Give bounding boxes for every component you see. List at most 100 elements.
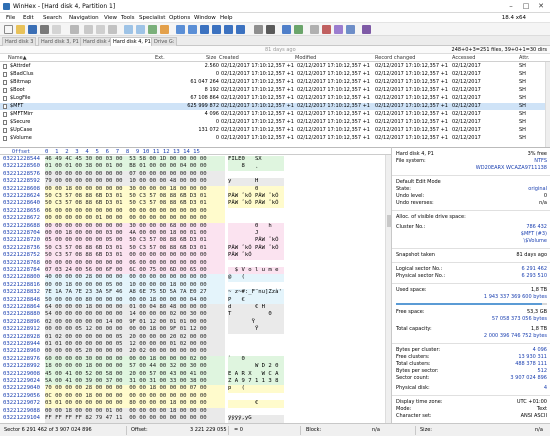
row-bytes[interactable]: 07 03 24 00 56 00 6F 00 6C 00 75 00 6D 0…: [45, 267, 225, 275]
open-disk-icon[interactable]: [254, 25, 263, 34]
paste-icon[interactable]: [108, 25, 117, 34]
file-row[interactable]: $MFTMirr 4 096 02/12/2017 17:10:12,357 +1 0…: [0, 111, 550, 118]
file-row[interactable]: $BadClus 0 02/12/2017 17:10:12,357 +1 02/12…: [0, 71, 550, 78]
open-folder-icon[interactable]: [16, 25, 25, 34]
menu-file[interactable]: File: [6, 15, 15, 21]
row-bytes[interactable]: 00 00 18 00 00 00 05 00 10 00 00 00 18 0…: [45, 281, 225, 290]
row-bytes[interactable]: 50 C3 57 08 88 6B D3 01 00 00 00 00 00 0…: [45, 252, 225, 260]
replace-icon[interactable]: [148, 25, 157, 34]
row-bytes[interactable]: 00 00 00 00 00 01 00 00 00 00 00 00 00 0…: [45, 215, 225, 223]
hex-row[interactable]: 03221228768 00 00 00 00 00 00 00 00 06 00…: [0, 259, 391, 268]
row-bytes[interactable]: 45 00 41 00 52 00 58 00 20 00 57 00 43 0…: [45, 370, 225, 379]
row-bytes[interactable]: 00 00 18 00 00 00 01 00 00 00 00 00 18 0…: [45, 407, 225, 416]
col-attr[interactable]: Attr.: [519, 55, 529, 61]
file-row[interactable]: $LogFile 67 108 864 02/12/2017 17:10:12,35…: [0, 95, 550, 102]
row-text[interactable]: PÃW ˆkÓ: [228, 252, 284, 260]
properties-icon[interactable]: [52, 25, 61, 34]
find-text-icon[interactable]: [124, 25, 133, 34]
back-arrow-icon[interactable]: [176, 25, 185, 34]
hex-row[interactable]: 03221228752 50 C3 57 08 88 6B D3 01 00 00…: [0, 252, 391, 260]
minimize-button[interactable]: –: [504, 1, 518, 11]
image-icon[interactable]: [346, 25, 355, 34]
row-text[interactable]: $ V o l u m e: [228, 267, 284, 275]
row-bytes[interactable]: 5A 00 41 00 39 00 37 00 31 00 31 00 33 0…: [45, 378, 225, 386]
hex-row[interactable]: 03221229104 FF FF FF FF 82 79 47 11 00 00…: [0, 415, 391, 423]
hex-row[interactable]: 03221228592 79 00 00 00 00 00 00 00 10 00…: [0, 178, 391, 186]
row-bytes[interactable]: 00 00 18 00 00 00 00 00 30 00 00 00 18 0…: [45, 185, 225, 194]
row-bytes[interactable]: 0C 00 00 00 18 00 00 00 00 00 00 00 00 0…: [45, 392, 225, 401]
row-bytes[interactable]: 00 00 00 00 00 00 00 00 30 00 00 00 68 0…: [45, 222, 225, 231]
row-text[interactable]: T 0: [228, 311, 284, 319]
menu-view[interactable]: View: [104, 15, 117, 21]
row-text[interactable]: 0 h: [228, 222, 284, 231]
cut-icon[interactable]: [84, 25, 93, 34]
hex-editor[interactable]: 03221228544 46 49 4C 45 30 00 03 00 53 58…: [0, 155, 391, 423]
menu-navigation[interactable]: Navigation: [69, 15, 99, 21]
hex-row[interactable]: 03221228992 18 00 00 00 18 00 00 00 57 00…: [0, 363, 391, 371]
row-text[interactable]: ` 0: [228, 355, 284, 364]
hex-row[interactable]: 03221229008 45 00 41 00 52 00 58 00 20 00…: [0, 370, 391, 379]
hex-row[interactable]: 03221229072 03 01 00 00 00 00 00 00 80 00…: [0, 400, 391, 408]
hex-row[interactable]: 03221228880 54 00 00 00 00 00 00 00 14 00…: [0, 311, 391, 319]
col-created[interactable]: Created: [219, 55, 239, 61]
col-modified[interactable]: Modified: [295, 55, 316, 61]
hex-row[interactable]: 03221229088 00 00 18 00 00 00 01 00 00 00…: [0, 407, 391, 416]
row-bytes[interactable]: 03 01 00 00 00 00 00 00 80 00 00 00 18 0…: [45, 400, 225, 408]
row-text[interactable]: Ÿ: [228, 326, 284, 334]
row-text[interactable]: y H: [228, 178, 284, 186]
col-name[interactable]: Name▲: [8, 55, 27, 61]
hex-row[interactable]: 03221228560 01 00 01 00 38 00 01 00 B8 01…: [0, 163, 391, 171]
col-record-changed[interactable]: Record changed: [375, 55, 415, 61]
col-accessed[interactable]: Accessed: [452, 55, 475, 61]
menu-tools[interactable]: Tools: [121, 15, 135, 21]
row-text[interactable]: @ (: [228, 274, 284, 282]
undo-icon[interactable]: [70, 25, 79, 34]
hex-row[interactable]: 03221228672 00 00 00 00 00 01 00 00 00 00…: [0, 215, 391, 223]
hex-row[interactable]: 03221229040 70 00 00 00 28 00 00 00 00 00…: [0, 385, 391, 393]
hash-icon[interactable]: [310, 25, 319, 34]
print-icon[interactable]: [40, 25, 49, 34]
ram-editor-icon[interactable]: [282, 25, 291, 34]
file-row[interactable]: $Volume 0 02/12/2017 17:10:12,357 +1 02/12/…: [0, 135, 550, 142]
row-text[interactable]: E A R X W C A: [228, 370, 284, 379]
row-bytes[interactable]: 60 00 00 00 30 00 00 00 00 00 18 00 00 0…: [45, 355, 225, 364]
row-text[interactable]: ~ z~#:_F¨nu]Zzà': [228, 289, 284, 297]
hex-row[interactable]: 03221228848 50 00 00 00 80 00 00 00 00 00…: [0, 296, 391, 305]
row-text[interactable]: p (: [228, 385, 284, 393]
row-bytes[interactable]: 50 C3 57 08 88 6B D3 01 50 C3 57 08 88 6…: [45, 200, 225, 208]
row-bytes[interactable]: 02 00 00 00 00 00 14 00 9F 01 12 00 01 0…: [45, 318, 225, 327]
calculator-icon[interactable]: [294, 25, 303, 34]
file-row[interactable]: $Attrdef 2.560 02/12/2017 17:10:12,357 +1 0…: [0, 63, 550, 70]
file-row[interactable]: $UpCase 131 072 02/12/2017 17:10:12,357 +1…: [0, 127, 550, 134]
copy-icon[interactable]: [96, 25, 105, 34]
file-row[interactable]: $Bitmap 61 047 264 02/12/2017 17:10:12,357…: [0, 79, 550, 86]
row-bytes[interactable]: 01 02 00 00 00 00 00 05 20 00 00 00 20 0…: [45, 333, 225, 342]
row-bytes[interactable]: 05 00 00 00 00 00 05 00 50 C3 57 08 88 6…: [45, 237, 225, 245]
hex-row[interactable]: 03221228688 00 00 00 00 00 00 00 00 30 00…: [0, 222, 391, 231]
last-sector-icon[interactable]: [236, 25, 245, 34]
file-row[interactable]: $MFT 625 999 872 02/12/2017 17:10:12,357 +…: [0, 103, 550, 110]
forward-arrow-icon[interactable]: [188, 25, 197, 34]
row-bytes[interactable]: 50 C3 57 08 88 6B D3 01 50 C3 57 08 88 6…: [45, 193, 225, 201]
tab-hard-disk-4-p1[interactable]: Hard disk 4, P1: [110, 37, 154, 46]
first-sector-icon[interactable]: [200, 25, 209, 34]
menu-edit[interactable]: Edit: [23, 15, 34, 21]
row-text[interactable]: FILE0 SX: [228, 156, 284, 164]
case-icon[interactable]: [334, 25, 343, 34]
row-text[interactable]: Z A 9 7 1 1 3 8: [228, 378, 284, 386]
row-text[interactable]: d € H: [228, 304, 284, 312]
row-text[interactable]: PÃW ˆkÓ PÃW ˆkÓ: [228, 200, 284, 208]
hex-row[interactable]: 03221228912 00 00 00 05 12 00 00 00 00 00…: [0, 326, 391, 334]
row-bytes[interactable]: 40 00 00 00 28 00 00 00 00 00 00 00 00 0…: [45, 274, 225, 282]
row-text[interactable]: P €: [228, 296, 284, 305]
menu-help[interactable]: Help: [220, 15, 233, 21]
wipe-icon[interactable]: [322, 25, 331, 34]
disk-tools-icon[interactable]: [266, 25, 275, 34]
row-bytes[interactable]: 00 00 18 00 00 00 03 00 4A 00 00 00 18 0…: [45, 230, 225, 238]
row-text[interactable]: €: [228, 400, 284, 408]
directory-scrollbar[interactable]: [545, 62, 550, 147]
row-bytes[interactable]: 00 00 00 05 12 00 00 00 00 00 18 00 9F 0…: [45, 326, 225, 334]
row-bytes[interactable]: 00 00 00 05 20 00 00 00 20 02 00 00 00 0…: [45, 348, 225, 356]
new-file-icon[interactable]: [4, 25, 13, 34]
specialist-icon[interactable]: [362, 25, 371, 34]
